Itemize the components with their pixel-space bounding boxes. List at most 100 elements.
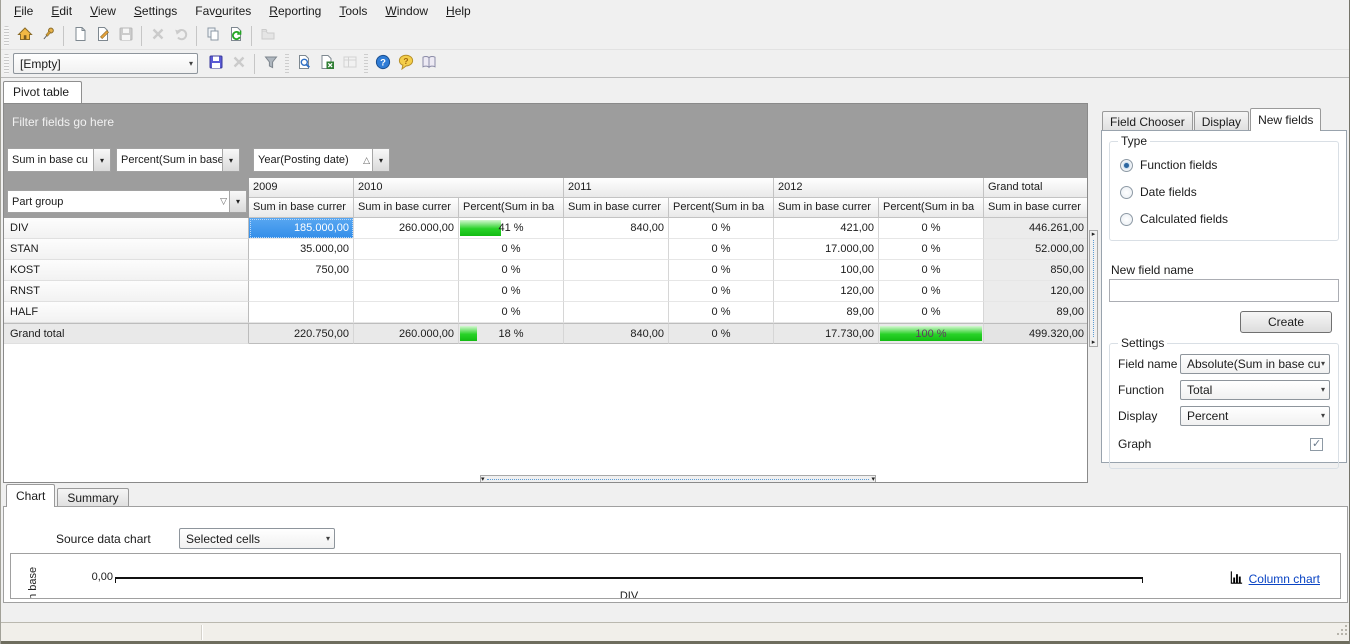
- data-cell[interactable]: 260.000,00: [354, 323, 459, 344]
- tab-pivot-table[interactable]: Pivot table: [3, 81, 82, 103]
- data-cell[interactable]: [249, 281, 354, 302]
- new-button[interactable]: [68, 24, 91, 47]
- percent-cell[interactable]: 0 %: [669, 323, 774, 344]
- sub-header[interactable]: Sum in base currer: [354, 198, 459, 218]
- tab-summary[interactable]: Summary: [57, 488, 128, 507]
- data-cell[interactable]: 17.000,00: [774, 239, 879, 260]
- sub-header[interactable]: Sum in base currer: [564, 198, 669, 218]
- horizontal-splitter[interactable]: ▾ ▾: [480, 475, 876, 483]
- save-button[interactable]: [114, 24, 137, 47]
- home-button[interactable]: [13, 24, 36, 47]
- row-header[interactable]: DIV: [4, 218, 249, 239]
- vertical-splitter[interactable]: ▸ ▸: [1089, 230, 1098, 347]
- row-header[interactable]: KOST: [4, 260, 249, 281]
- pivot-layout-button[interactable]: [338, 52, 361, 75]
- data-cell[interactable]: 120,00: [774, 281, 879, 302]
- sub-header[interactable]: Sum in base currer: [984, 198, 1088, 218]
- percent-cell[interactable]: 0 %: [669, 302, 774, 323]
- export-excel-button[interactable]: [315, 52, 338, 75]
- grand-total-cell[interactable]: 52.000,00: [984, 239, 1088, 260]
- column-chart-link[interactable]: Column chart: [1229, 570, 1320, 588]
- chevron-down-icon[interactable]: ▾: [871, 476, 875, 483]
- row-field-part-group[interactable]: Part group ▽ ▾: [7, 190, 247, 213]
- data-cell[interactable]: 421,00: [774, 218, 879, 239]
- undo-button[interactable]: [169, 24, 192, 47]
- column-group-2012[interactable]: 2012: [774, 178, 984, 198]
- pin-button[interactable]: [36, 24, 59, 47]
- refresh-button[interactable]: [224, 24, 247, 47]
- source-data-select[interactable]: Selected cells▾: [179, 528, 335, 549]
- edit-button[interactable]: [91, 24, 114, 47]
- tab-field-chooser[interactable]: Field Chooser: [1102, 111, 1193, 131]
- percent-cell[interactable]: 0 %: [879, 260, 984, 281]
- column-field-year[interactable]: Year(Posting date) △ ▾: [253, 148, 390, 172]
- data-cell-selected[interactable]: 185.000,00: [249, 218, 354, 239]
- graph-checkbox[interactable]: [1310, 438, 1323, 451]
- menu-help[interactable]: Help: [437, 2, 480, 20]
- data-cell[interactable]: 35.000,00: [249, 239, 354, 260]
- function-select[interactable]: Total▾: [1180, 380, 1330, 400]
- data-cell[interactable]: [564, 302, 669, 323]
- filter-drop-zone[interactable]: Filter fields go here: [12, 115, 114, 129]
- data-cell[interactable]: [564, 239, 669, 260]
- percent-cell[interactable]: 0 %: [879, 239, 984, 260]
- chevron-down-icon[interactable]: ▾: [222, 149, 239, 171]
- sub-header[interactable]: Percent(Sum in ba: [879, 198, 984, 218]
- menu-settings[interactable]: Settings: [125, 2, 186, 20]
- tab-new-fields[interactable]: New fields: [1250, 108, 1321, 131]
- data-cell[interactable]: 260.000,00: [354, 218, 459, 239]
- data-cell[interactable]: 840,00: [564, 218, 669, 239]
- open-folder-button[interactable]: [256, 24, 279, 47]
- menu-file[interactable]: File: [5, 2, 42, 20]
- chevron-down-icon[interactable]: ▾: [481, 476, 485, 483]
- copy-button[interactable]: [201, 24, 224, 47]
- data-cell[interactable]: [354, 260, 459, 281]
- chevron-down-icon[interactable]: ▾: [93, 149, 110, 171]
- data-cell[interactable]: 89,00: [774, 302, 879, 323]
- radio-function-fields[interactable]: Function fields: [1120, 158, 1217, 172]
- column-group-2011[interactable]: 2011: [564, 178, 774, 198]
- print-preview-button[interactable]: [292, 52, 315, 75]
- grand-total-cell[interactable]: 446.261,00: [984, 218, 1088, 239]
- toolbar-grip[interactable]: [4, 54, 9, 74]
- percent-cell[interactable]: 0 %: [879, 281, 984, 302]
- toolbar-grip[interactable]: [4, 26, 9, 46]
- menu-window[interactable]: Window: [376, 2, 437, 20]
- data-cell[interactable]: 750,00: [249, 260, 354, 281]
- chevron-down-icon[interactable]: ▾: [372, 149, 389, 171]
- column-group-2009[interactable]: 2009: [249, 178, 354, 198]
- chevron-down-icon[interactable]: ▾: [229, 191, 246, 212]
- manual-button[interactable]: [417, 52, 440, 75]
- percent-cell[interactable]: 0 %: [879, 218, 984, 239]
- row-header[interactable]: HALF: [4, 302, 249, 323]
- data-cell[interactable]: [249, 302, 354, 323]
- percent-cell[interactable]: 0 %: [669, 218, 774, 239]
- percent-cell[interactable]: 0 %: [459, 281, 564, 302]
- percent-cell[interactable]: 0 %: [669, 239, 774, 260]
- save-view-button[interactable]: [204, 52, 227, 75]
- sub-header[interactable]: Percent(Sum in ba: [669, 198, 774, 218]
- sub-header[interactable]: Sum in base currer: [774, 198, 879, 218]
- column-group-2010[interactable]: 2010: [354, 178, 564, 198]
- data-cell[interactable]: 17.730,00: [774, 323, 879, 344]
- display-select[interactable]: Percent▾: [1180, 406, 1330, 426]
- percent-cell[interactable]: 18 %: [459, 323, 564, 344]
- sub-header[interactable]: Percent(Sum in ba: [459, 198, 564, 218]
- row-header[interactable]: STAN: [4, 239, 249, 260]
- data-cell[interactable]: [564, 260, 669, 281]
- row-header[interactable]: RNST: [4, 281, 249, 302]
- grand-total-cell[interactable]: 89,00: [984, 302, 1088, 323]
- data-field-sum[interactable]: Sum in base cu ▾: [7, 148, 111, 172]
- tab-display[interactable]: Display: [1194, 111, 1249, 131]
- new-field-name-input[interactable]: [1109, 279, 1339, 302]
- create-button[interactable]: Create: [1240, 311, 1332, 333]
- menu-view[interactable]: View: [81, 2, 125, 20]
- data-cell[interactable]: [354, 239, 459, 260]
- radio-calculated-fields[interactable]: Calculated fields: [1120, 212, 1228, 226]
- resize-grip[interactable]: [1336, 624, 1348, 639]
- percent-cell[interactable]: 0 %: [459, 302, 564, 323]
- menu-tools[interactable]: Tools: [330, 2, 376, 20]
- percent-cell[interactable]: 41 %: [459, 218, 564, 239]
- data-cell[interactable]: [564, 281, 669, 302]
- radio-date-fields[interactable]: Date fields: [1120, 185, 1197, 199]
